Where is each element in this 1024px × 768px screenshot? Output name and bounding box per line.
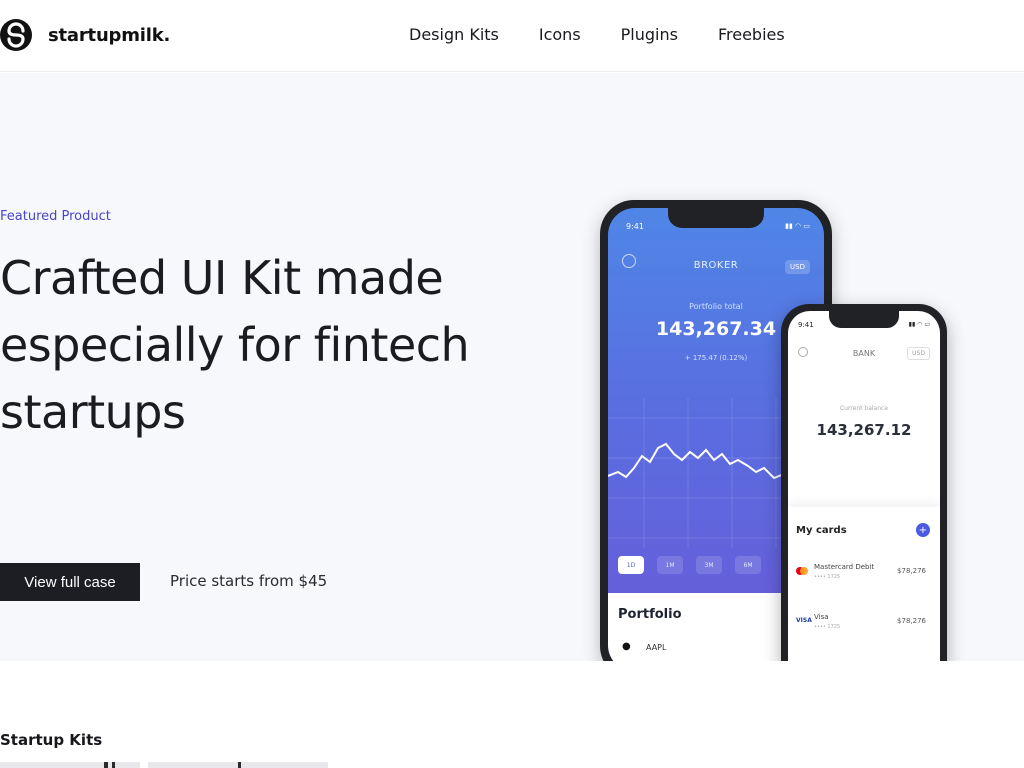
card-row[interactable]: Mastercard Debit •••• 1725 $78,276 [796, 563, 926, 593]
card-row[interactable]: VISA Visa •••• 1725 $78,276 [796, 613, 926, 643]
nav-icons[interactable]: Icons [539, 25, 581, 44]
status-time: 9:41 [626, 222, 644, 231]
my-cards-panel: My cards + Mastercard Debit •••• 1725 $7… [788, 507, 940, 661]
card-name: Visa [814, 613, 829, 621]
phone-notch [829, 311, 899, 328]
range-selector: 1D 1M 3M 6M [618, 556, 774, 574]
range-1d[interactable]: 1D [618, 556, 644, 574]
kit-thumbnails-strip[interactable] [0, 762, 328, 768]
add-card-icon[interactable]: + [916, 523, 930, 537]
featured-label: Featured Product [0, 209, 111, 224]
currency-badge: USD [785, 260, 810, 274]
visa-icon: VISA [796, 617, 812, 624]
phone-notch [668, 208, 764, 228]
range-1m[interactable]: 1M [657, 556, 683, 574]
apple-icon: ● [622, 641, 631, 652]
nav-plugins[interactable]: Plugins [621, 25, 678, 44]
portfolio-title: Portfolio [618, 607, 682, 622]
status-icons: ▮▮ ◠ ▭ [908, 321, 930, 328]
price-text: Price starts from $45 [170, 572, 328, 590]
hero-headline: Crafted UI Kit made especially for finte… [0, 251, 470, 439]
currency-badge: USD [907, 347, 930, 360]
bank-phone-mockup: 9:41 ▮▮ ◠ ▭ BANK USD Current balance 143… [781, 304, 947, 661]
view-full-case-button[interactable]: View full case [0, 563, 140, 601]
main-nav: Design Kits Icons Plugins Freebies [409, 25, 825, 44]
logo-text: startupmilk. [48, 24, 171, 46]
nav-freebies[interactable]: Freebies [718, 25, 785, 44]
thumbnail-detail [104, 762, 108, 768]
status-time: 9:41 [798, 321, 814, 329]
status-icons: ▮▮ ◠ ▭ [785, 222, 810, 230]
card-amount: $78,276 [897, 617, 926, 625]
thumbnail-detail [238, 762, 241, 768]
my-cards-title: My cards [796, 525, 847, 536]
range-6m[interactable]: 6M [735, 556, 761, 574]
startup-kits-heading: Startup Kits [0, 731, 103, 749]
holding-ticker: AAPL [646, 643, 667, 652]
card-number: •••• 1725 [814, 574, 841, 580]
mastercard-icon [796, 567, 808, 575]
range-3m[interactable]: 3M [696, 556, 722, 574]
nav-design-kits[interactable]: Design Kits [409, 25, 499, 44]
card-amount: $78,276 [897, 567, 926, 575]
hero-section: Featured Product Crafted UI Kit made esp… [0, 73, 1024, 661]
startupmilk-logo-icon [0, 19, 32, 51]
thumbnail-gap [140, 762, 148, 768]
current-balance-label: Current balance [839, 405, 889, 412]
card-name: Mastercard Debit [814, 563, 875, 571]
site-header: startupmilk. Design Kits Icons Plugins F… [0, 0, 1024, 72]
current-balance-value: 143,267.12 [816, 421, 912, 439]
logo[interactable]: startupmilk. [0, 19, 170, 51]
bank-phone-screen: 9:41 ▮▮ ◠ ▭ BANK USD Current balance 143… [788, 311, 940, 661]
card-number: •••• 1725 [814, 624, 841, 630]
thumbnail-detail [112, 762, 115, 768]
